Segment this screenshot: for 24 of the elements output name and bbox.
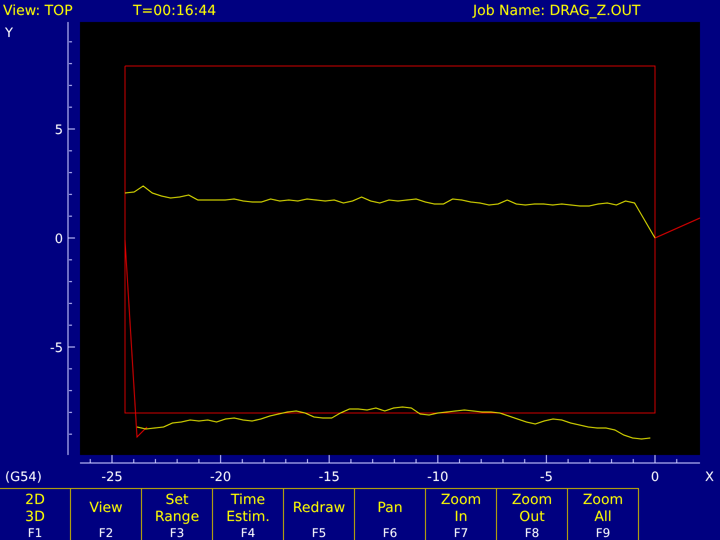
x-tick-label: 0 [650,470,660,485]
view-indicator: View: TOP [3,3,74,19]
elapsed-time: T=00:16:44 [133,3,218,19]
y-tick-label: 5 [54,123,63,138]
x-tick-label: -10 [427,470,448,485]
x-tick-label: -5 [540,470,553,485]
x-tick-label: -25 [101,470,123,485]
job-name: Job Name: DRAG_Z.OUT [473,3,640,19]
function-key-button[interactable]: Zoom In F7 [425,488,497,540]
x-axis-label: X [705,470,714,485]
coordinate-system-label: (G54) [5,470,42,485]
function-key-button[interactable]: Pan F6 [354,488,426,540]
y-tick-label: -5 [50,341,63,356]
y-axis-label: Y [5,26,13,41]
x-tick-label: -20 [210,470,232,485]
function-key-button[interactable]: Redraw F5 [283,488,355,540]
x-tick-label: -15 [318,470,340,485]
function-key-button[interactable]: View F2 [70,488,142,540]
function-key-button[interactable]: 2D 3D F1 [0,488,71,540]
y-tick-label: 0 [54,232,63,247]
function-key-button[interactable]: Set Range F3 [141,488,213,540]
function-key-button[interactable]: Zoom Out F8 [496,488,568,540]
function-key-button[interactable]: Time Estim. F4 [212,488,284,540]
function-key-button[interactable]: Zoom All F9 [567,488,639,540]
